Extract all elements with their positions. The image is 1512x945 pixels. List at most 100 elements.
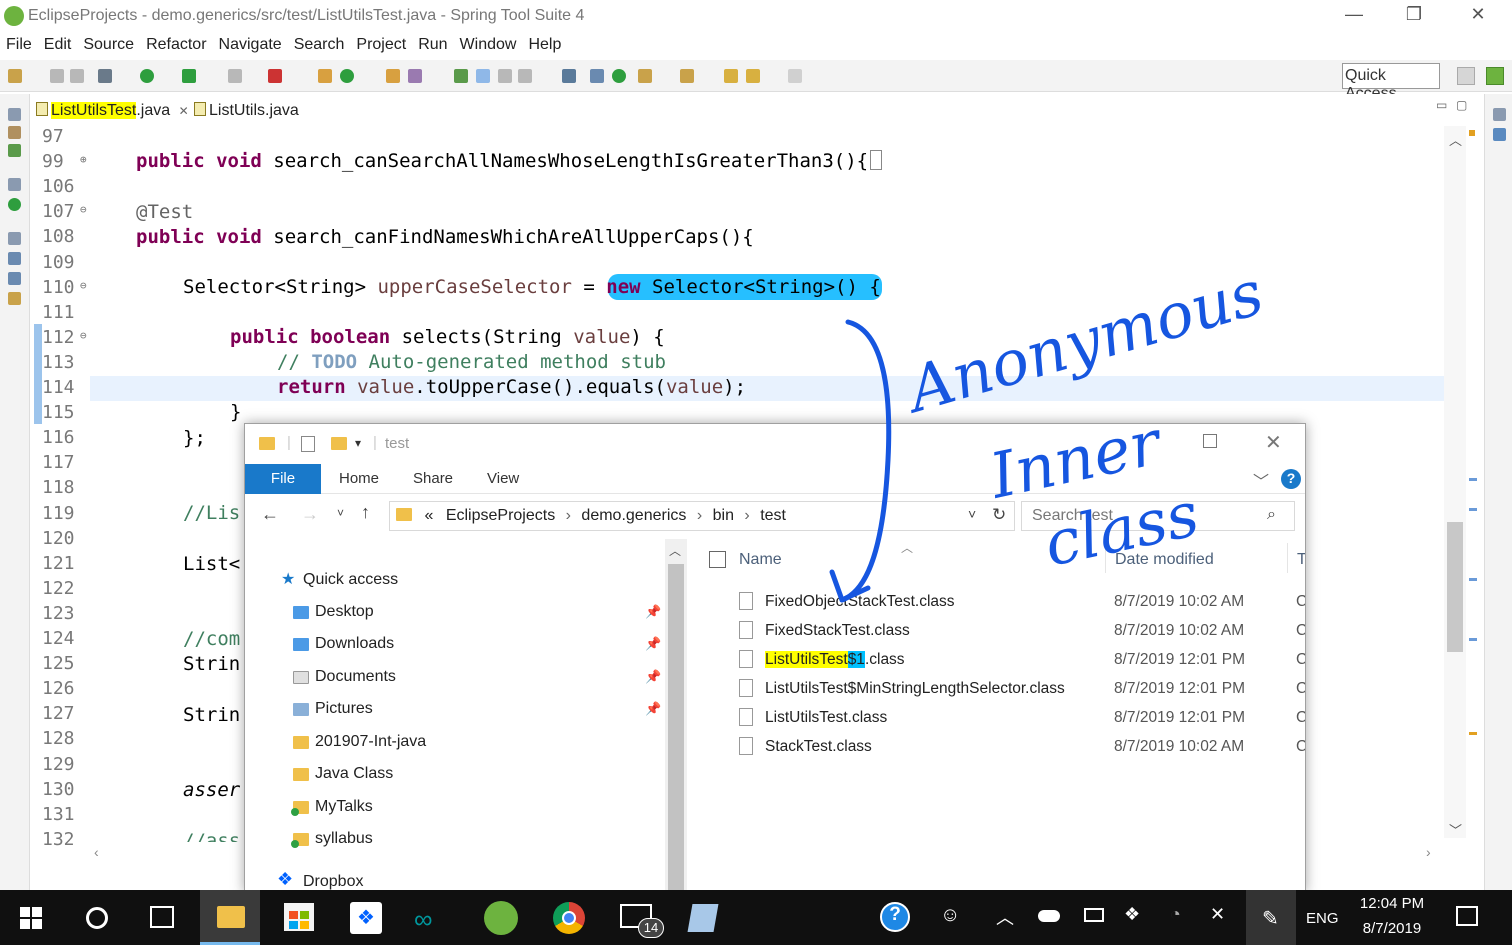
- menu-navigate[interactable]: Navigate: [213, 32, 288, 54]
- boot-dashboard-icon[interactable]: [612, 69, 626, 83]
- overview-marker[interactable]: [1469, 732, 1477, 735]
- nav-java-class[interactable]: Java Class: [315, 765, 393, 783]
- fold-toggle-icon[interactable]: ⊖: [80, 329, 130, 342]
- search-input[interactable]: Search test: [1021, 501, 1295, 531]
- scroll-up-icon[interactable]: ︿: [1449, 130, 1462, 149]
- breadcrumb-demo-generics[interactable]: demo.generics: [581, 507, 686, 524]
- pen-workspace-icon[interactable]: ✎: [1246, 890, 1296, 945]
- spring-perspective-icon[interactable]: [1486, 67, 1504, 85]
- dropbox-taskbar-icon[interactable]: ❖: [350, 902, 382, 934]
- maximize-icon[interactable]: [1203, 434, 1217, 448]
- boot-dashboard-icon[interactable]: [8, 198, 21, 211]
- stop-icon[interactable]: [228, 69, 242, 83]
- editor-scroll-thumb[interactable]: [1447, 522, 1463, 652]
- forward-arrow-icon[interactable]: →: [301, 504, 319, 525]
- console-icon[interactable]: [562, 69, 576, 83]
- breadcrumb-bin[interactable]: bin: [713, 507, 734, 524]
- run-icon[interactable]: [140, 69, 154, 83]
- overview-marker[interactable]: [1469, 478, 1477, 481]
- breadcrumb-test[interactable]: test: [760, 507, 786, 524]
- new-class-icon[interactable]: [340, 69, 354, 83]
- file-row[interactable]: ListUtilsTest$1.class: [765, 651, 905, 669]
- declaration-icon[interactable]: [8, 292, 21, 305]
- highlight-icon[interactable]: [476, 69, 490, 83]
- fold-toggle-icon[interactable]: ⊕: [80, 153, 130, 166]
- debug-icon[interactable]: [98, 69, 112, 83]
- cortana-icon[interactable]: [86, 907, 108, 929]
- store-icon[interactable]: [284, 903, 314, 931]
- close-button[interactable]: ✕: [1458, 4, 1498, 28]
- type-hierarchy-icon[interactable]: [8, 144, 21, 157]
- open-task-icon[interactable]: [408, 69, 422, 83]
- editor-vertical-scrollbar[interactable]: [1444, 126, 1466, 838]
- pin-icon[interactable]: 📌: [645, 604, 661, 620]
- file-row[interactable]: FixedStackTest.class: [765, 622, 910, 640]
- clock-time[interactable]: 12:04 PM: [1352, 895, 1432, 912]
- save-all-icon[interactable]: [70, 69, 84, 83]
- file-row[interactable]: ListUtilsTest$MinStringLengthSelector.cl…: [765, 680, 1065, 698]
- nav-scroll-thumb[interactable]: [668, 564, 684, 892]
- column-name[interactable]: Name: [739, 551, 782, 569]
- tab-listutilstest[interactable]: ListUtilsTest.java ✕: [36, 98, 189, 124]
- ribbon-view-tab[interactable]: View: [487, 470, 519, 487]
- onedrive-icon[interactable]: [1038, 910, 1060, 922]
- restore-view-icon[interactable]: [1493, 108, 1506, 121]
- restore-view-icon[interactable]: [8, 108, 21, 121]
- tab-close-icon[interactable]: ✕: [179, 104, 189, 118]
- menu-search[interactable]: Search: [288, 32, 351, 54]
- select-all-checkbox[interactable]: [709, 551, 726, 568]
- nav-downloads[interactable]: Downloads: [315, 635, 394, 653]
- nav-desktop[interactable]: Desktop: [315, 603, 374, 621]
- ribbon-file-tab[interactable]: File: [245, 464, 321, 494]
- overview-marker[interactable]: [1469, 638, 1477, 641]
- scroll-right-icon[interactable]: ›: [1426, 844, 1431, 860]
- restore-view-icon[interactable]: [8, 178, 21, 191]
- menu-file[interactable]: File: [0, 32, 38, 54]
- spring-icon[interactable]: [454, 69, 468, 83]
- menu-run[interactable]: Run: [412, 32, 453, 54]
- restore-button[interactable]: ❐: [1394, 4, 1434, 28]
- column-type[interactable]: T: [1297, 551, 1305, 569]
- nav-pictures[interactable]: Pictures: [315, 700, 373, 718]
- back-arrow-icon[interactable]: ←: [261, 504, 279, 525]
- refresh-icon[interactable]: ↻: [992, 505, 1006, 525]
- nav-scroll-up-icon[interactable]: ︿: [669, 542, 681, 559]
- overview-warning-marker[interactable]: [1469, 130, 1475, 136]
- problems-icon[interactable]: [8, 252, 21, 265]
- wifi-icon[interactable]: ◔: [1170, 904, 1181, 925]
- arduino-icon[interactable]: ∞: [414, 904, 433, 935]
- show-hidden-icons[interactable]: ︿: [996, 904, 1014, 930]
- fold-toggle-icon[interactable]: ⊖: [80, 203, 130, 216]
- action-center-icon[interactable]: [1456, 906, 1478, 926]
- pin-icon[interactable]: 📌: [645, 669, 661, 685]
- folded-code-icon[interactable]: [870, 150, 883, 170]
- quick-access-field[interactable]: Quick Access: [1342, 63, 1440, 102]
- up-arrow-icon[interactable]: ↑: [361, 502, 370, 523]
- last-edit-icon[interactable]: [724, 69, 738, 83]
- new-folder-icon[interactable]: [331, 437, 347, 450]
- file-explorer-taskbar[interactable]: [200, 890, 260, 945]
- menu-help[interactable]: Help: [522, 32, 567, 54]
- column-date-modified[interactable]: Date modified: [1115, 551, 1214, 569]
- nav-mytalks[interactable]: MyTalks: [315, 798, 373, 816]
- clock-date[interactable]: 8/7/2019: [1352, 920, 1432, 937]
- chrome-icon[interactable]: [553, 902, 585, 934]
- outline-icon[interactable]: [1493, 128, 1506, 141]
- minimize-button[interactable]: —: [1334, 4, 1374, 28]
- people-icon[interactable]: ☺: [940, 904, 960, 927]
- ribbon-home-tab[interactable]: Home: [339, 470, 379, 487]
- nav-201907-int-java[interactable]: 201907-Int-java: [315, 733, 426, 751]
- deploy-icon[interactable]: [268, 69, 282, 83]
- fold-toggle-icon[interactable]: ⊖: [80, 279, 130, 292]
- restore-view-icon[interactable]: [8, 232, 21, 245]
- pin-icon[interactable]: 📌: [645, 701, 661, 717]
- toggle-block-icon[interactable]: [498, 69, 512, 83]
- nav-dropbox[interactable]: Dropbox: [303, 873, 363, 891]
- new-icon[interactable]: [8, 69, 22, 83]
- windows-start-icon[interactable]: [20, 907, 42, 929]
- menu-window[interactable]: Window: [454, 32, 523, 54]
- maximize-editor-icon[interactable]: ▢: [1456, 98, 1467, 112]
- menu-edit[interactable]: Edit: [38, 32, 78, 54]
- qat-dropdown-icon[interactable]: ▾: [355, 436, 361, 450]
- nav-quick-access[interactable]: Quick access: [303, 571, 398, 589]
